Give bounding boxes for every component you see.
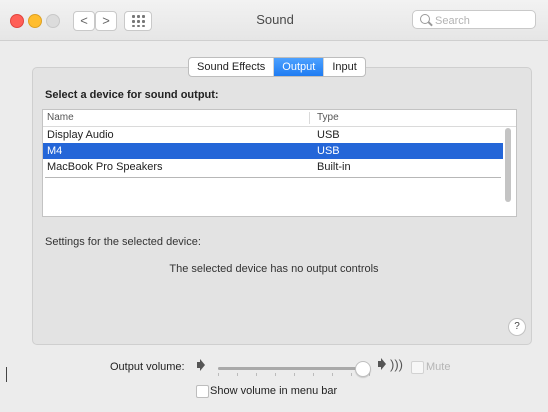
column-header-name[interactable]: Name <box>47 112 74 123</box>
show-all-button[interactable] <box>124 11 152 31</box>
device-select-label: Select a device for sound output: <box>45 89 219 101</box>
device-name: MacBook Pro Speakers <box>47 161 163 173</box>
help-icon[interactable]: ? <box>508 318 526 336</box>
speaker-low-icon <box>197 362 201 368</box>
column-header-type[interactable]: Type <box>317 112 339 123</box>
device-table[interactable]: Name Type Display Audio USB M4 USB MacBo… <box>42 109 517 217</box>
device-type: USB <box>317 129 340 141</box>
mute-label: Mute <box>426 361 451 373</box>
title-bar: < > Sound <box>0 0 548 41</box>
settings-label: Settings for the selected device: <box>45 236 201 248</box>
search-field[interactable] <box>412 10 536 29</box>
search-input[interactable] <box>433 12 533 29</box>
window-edge-mark <box>6 367 7 382</box>
table-row-selected[interactable]: M4 USB <box>43 143 503 159</box>
mute-checkbox[interactable] <box>411 361 424 374</box>
device-type: USB <box>317 145 340 157</box>
table-row[interactable]: Display Audio USB <box>43 127 503 143</box>
tab-sound-effects[interactable]: Sound Effects <box>189 58 275 76</box>
volume-fill <box>218 367 363 370</box>
show-volume-menubar-checkbox[interactable] <box>196 385 209 398</box>
output-volume-label: Output volume: <box>110 361 185 373</box>
table-header: Name Type <box>43 110 516 127</box>
sound-waves-icon: ))) <box>390 357 403 372</box>
tab-input[interactable]: Input <box>324 58 364 76</box>
window-title: Sound <box>256 12 294 27</box>
device-name: Display Audio <box>47 129 114 141</box>
no-controls-message: The selected device has no output contro… <box>169 263 379 275</box>
minimize-icon[interactable] <box>28 14 42 28</box>
table-scrollbar[interactable] <box>505 128 511 202</box>
device-name: M4 <box>47 145 63 157</box>
search-icon <box>420 14 430 24</box>
column-divider <box>309 112 310 124</box>
tab-output[interactable]: Output <box>274 58 325 76</box>
forward-button[interactable]: > <box>95 11 117 31</box>
volume-slider[interactable] <box>218 361 372 377</box>
speaker-high-icon <box>378 361 382 367</box>
back-icon: < <box>80 13 88 28</box>
tab-bar: Sound Effects Output Input <box>188 57 366 77</box>
close-icon[interactable] <box>10 14 24 28</box>
table-row[interactable]: MacBook Pro Speakers Built-in <box>43 159 503 175</box>
forward-icon: > <box>102 13 110 28</box>
back-button[interactable]: < <box>73 11 95 31</box>
row-divider <box>45 177 501 178</box>
zoom-icon[interactable] <box>46 14 60 28</box>
show-volume-menubar-label: Show volume in menu bar <box>210 385 338 397</box>
device-type: Built-in <box>317 161 351 173</box>
